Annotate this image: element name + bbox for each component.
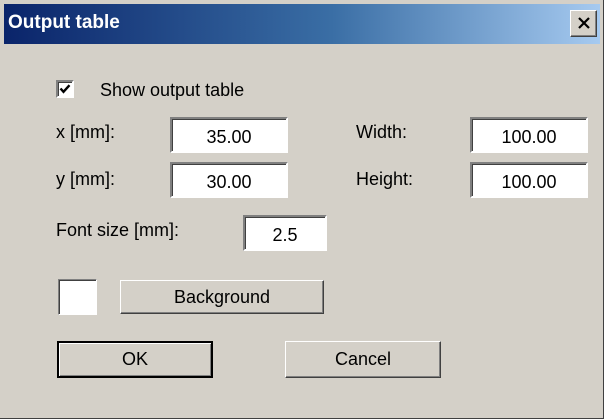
x-label: x [mm]: — [56, 122, 115, 142]
height-input[interactable] — [472, 164, 586, 196]
background-button[interactable]: Background — [120, 280, 324, 314]
height-label: Height: — [356, 169, 414, 189]
font-size-label: Font size [mm]: — [56, 220, 180, 240]
close-icon — [577, 17, 591, 30]
y-input[interactable] — [172, 164, 286, 196]
x-field[interactable] — [170, 117, 288, 153]
show-output-table-checkbox[interactable] — [56, 80, 74, 98]
width-label: Width: — [356, 122, 408, 142]
font-size-field[interactable] — [243, 215, 327, 251]
close-button[interactable] — [570, 10, 597, 37]
background-color-swatch[interactable] — [58, 279, 97, 315]
height-field[interactable] — [470, 162, 588, 198]
y-field[interactable] — [170, 162, 288, 198]
show-output-table-label[interactable]: Show output table — [100, 80, 244, 101]
font-size-input[interactable] — [245, 217, 325, 249]
output-table-dialog: Output table Show output table x [mm]: W… — [0, 0, 604, 419]
ok-button[interactable]: OK — [57, 341, 213, 378]
x-input[interactable] — [172, 119, 286, 151]
y-label: y [mm]: — [56, 169, 115, 189]
cancel-button[interactable]: Cancel — [285, 341, 441, 378]
dialog-title: Output table — [8, 12, 120, 33]
title-bar[interactable]: Output table — [4, 4, 600, 44]
width-input[interactable] — [472, 119, 586, 151]
width-field[interactable] — [470, 117, 588, 153]
